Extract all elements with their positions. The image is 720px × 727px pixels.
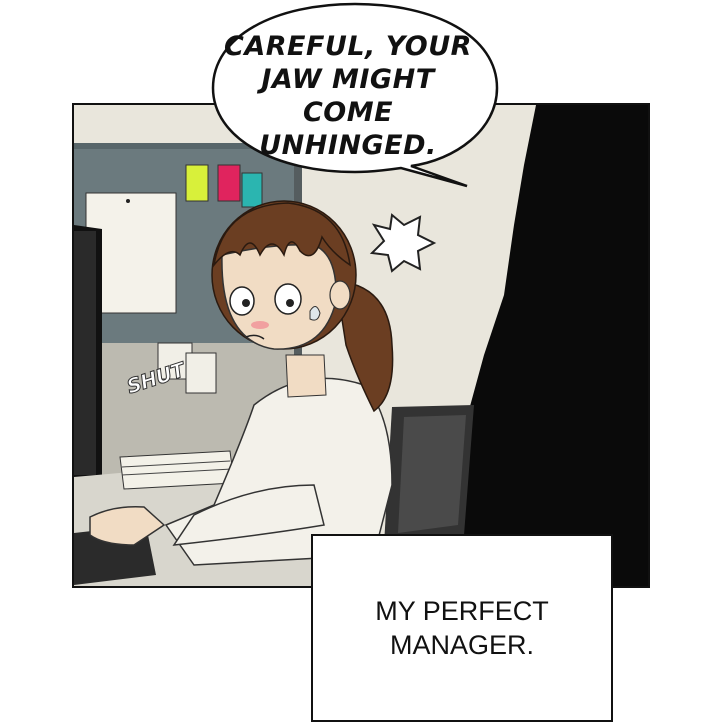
speech-bubble-text: CAREFUL, YOUR JAW MIGHT COME UNHINGED. [224, 31, 472, 161]
caption-text: MY PERFECT MANAGER. [375, 596, 549, 660]
note-paper-2 [185, 352, 217, 394]
caption-box: MY PERFECT MANAGER. [311, 534, 613, 722]
